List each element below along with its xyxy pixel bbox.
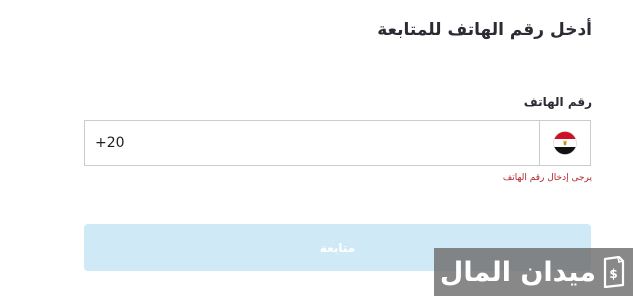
country-code-selector[interactable] — [540, 120, 591, 166]
watermark-text: ميدان المال — [439, 256, 597, 288]
phone-number-input[interactable] — [84, 120, 540, 166]
page-title: أدخل رقم الهاتف للمتابعة — [377, 20, 592, 40]
svg-text:$: $ — [609, 267, 617, 281]
phone-error-message: يرجى إدخال رقم الهاتف — [502, 173, 592, 183]
phone-field-label: رقم الهاتف — [523, 95, 592, 109]
money-document-logo-icon: $ — [603, 255, 625, 289]
egypt-flag-icon — [553, 131, 577, 155]
watermark: ميدان المال $ — [434, 248, 633, 296]
